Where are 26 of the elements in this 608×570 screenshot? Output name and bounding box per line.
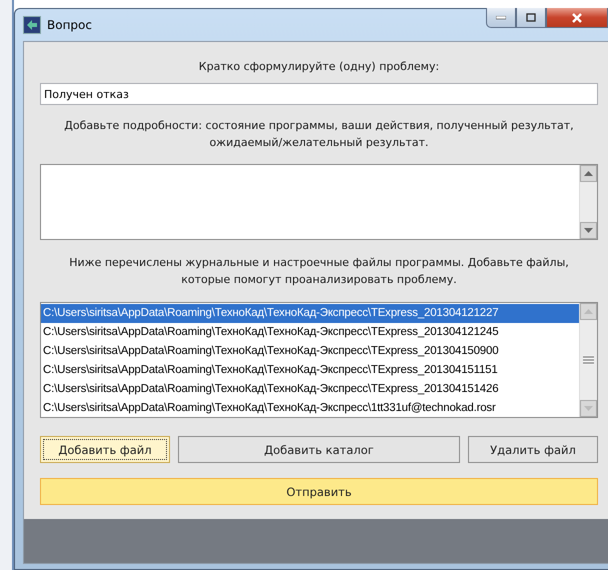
scroll-up-icon[interactable] <box>580 165 597 182</box>
file-list-item[interactable]: C:\Users\siritsa\AppData\Roaming\ТехноКад\ТехноКад-Экспресс\1tt331uf@technokad.rosr <box>41 399 579 417</box>
action-button[interactable]: Добавить каталог <box>178 436 460 463</box>
close-button[interactable] <box>546 8 608 28</box>
file-list-item[interactable]: C:\Users\siritsa\AppData\Roaming\ТехноКад\ТехноКад-Экспресс\TExpress_201304151151 <box>41 361 579 380</box>
action-button[interactable]: Удалить файл <box>468 436 598 463</box>
app-logo-icon <box>23 16 41 34</box>
scroll-down-icon[interactable] <box>580 222 597 239</box>
file-list-item[interactable]: C:\Users\siritsa\AppData\Roaming\ТехноКад\ТехноКад-Экспресс\TExpress_201304121245 <box>41 323 579 342</box>
action-button[interactable]: Добавить файл <box>40 436 170 463</box>
maximize-button[interactable] <box>516 8 546 28</box>
window-title: Вопрос <box>47 18 92 32</box>
files-label: Ниже перечислены журнальные и настроечные файлы программы. Добавьте файлы, которые помогут проанализировать проблему. <box>68 255 570 288</box>
scroll-thumb-icon[interactable] <box>583 356 594 364</box>
maximize-icon <box>526 13 536 22</box>
close-icon <box>571 12 583 22</box>
minimize-button[interactable] <box>486 8 516 28</box>
file-list-item[interactable]: C:\Users\siritsa\AppData\Roaming\ТехноКад\ТехноКад-Экспресс\TExpress_201304151426 <box>41 380 579 399</box>
minimize-icon <box>496 16 506 20</box>
send-button[interactable]: Отправить <box>40 478 598 505</box>
details-label: Добавьте подробности: состояние программы, ваши действия, полученный результат, ожидаемый/желательный результат. <box>63 118 575 151</box>
file-list-item[interactable]: C:\Users\siritsa\AppData\Roaming\ТехноКад\ТехноКад-Экспресс\TExpress_201304121227 <box>41 304 579 323</box>
file-list-item[interactable]: C:\Users\siritsa\AppData\Roaming\ТехноКад\ТехноКад-Экспресс\TExpress_201304150900 <box>41 342 579 361</box>
summary-label: Кратко сформулируйте (одну) проблему: <box>198 59 440 75</box>
details-text-area[interactable] <box>40 164 598 240</box>
summary-input-field[interactable]: Получен отказ <box>40 83 598 105</box>
